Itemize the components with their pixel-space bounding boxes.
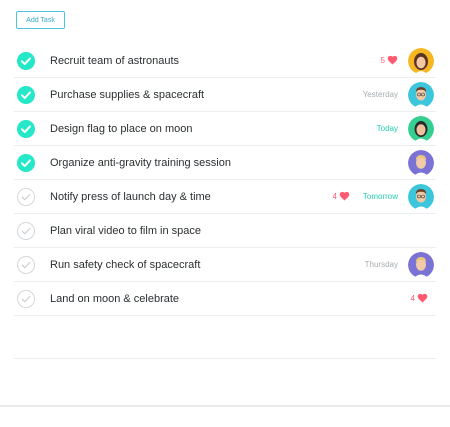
due-date[interactable]: Thursday	[365, 248, 398, 282]
task-row: Land on moon & celebrate 4	[14, 282, 436, 316]
task-row: Notify press of launch day & time 4 Tomo…	[14, 180, 436, 214]
like-count[interactable]: 5	[381, 44, 398, 78]
like-count-value: 4	[410, 294, 415, 303]
like-count[interactable]: 4	[333, 180, 350, 214]
like-count-value: 5	[380, 56, 385, 65]
avatar[interactable]	[408, 252, 434, 278]
task-title[interactable]: Land on moon & celebrate	[50, 282, 179, 316]
task-row: Recruit team of astronauts 5	[14, 44, 436, 78]
empty-task-row[interactable]	[14, 325, 436, 359]
checkmark-icon[interactable]	[17, 188, 35, 206]
task-list: Recruit team of astronauts 5 Purchase su…	[14, 44, 436, 316]
checkmark-icon[interactable]	[17, 52, 35, 70]
heart-icon	[417, 293, 428, 303]
checkmark-icon[interactable]	[17, 120, 35, 138]
due-date[interactable]: Yesterday	[363, 78, 398, 112]
due-date[interactable]: Tomorrow	[363, 180, 398, 214]
task-title[interactable]: Organize anti-gravity training session	[50, 146, 231, 180]
task-title[interactable]: Notify press of launch day & time	[50, 180, 211, 214]
avatar[interactable]	[408, 48, 434, 74]
like-count-value: 4	[332, 192, 337, 201]
heart-icon	[339, 191, 350, 201]
checkmark-icon[interactable]	[17, 256, 35, 274]
due-date[interactable]: Today	[377, 112, 398, 146]
task-title[interactable]: Design flag to place on moon	[50, 112, 192, 146]
like-count[interactable]: 4	[411, 282, 428, 316]
task-row: Organize anti-gravity training session	[14, 146, 436, 180]
task-row: Design flag to place on moon Today	[14, 112, 436, 146]
add-task-button[interactable]: Add Task	[16, 11, 65, 29]
heart-icon	[387, 55, 398, 65]
avatar[interactable]	[408, 150, 434, 176]
checkmark-icon[interactable]	[17, 222, 35, 240]
checkmark-icon[interactable]	[17, 86, 35, 104]
avatar[interactable]	[408, 184, 434, 210]
task-title[interactable]: Run safety check of spacecraft	[50, 248, 200, 282]
task-row: Run safety check of spacecraft Thursday	[14, 248, 436, 282]
task-title[interactable]: Plan viral video to film in space	[50, 214, 201, 248]
avatar[interactable]	[408, 82, 434, 108]
task-row: Purchase supplies & spacecraft Yesterday	[14, 78, 436, 112]
task-title[interactable]: Recruit team of astronauts	[50, 44, 179, 78]
avatar[interactable]	[408, 116, 434, 142]
checkmark-icon[interactable]	[17, 154, 35, 172]
task-title[interactable]: Purchase supplies & spacecraft	[50, 78, 204, 112]
divider	[0, 405, 450, 407]
checkmark-icon[interactable]	[17, 290, 35, 308]
task-row: Plan viral video to film in space	[14, 214, 436, 248]
